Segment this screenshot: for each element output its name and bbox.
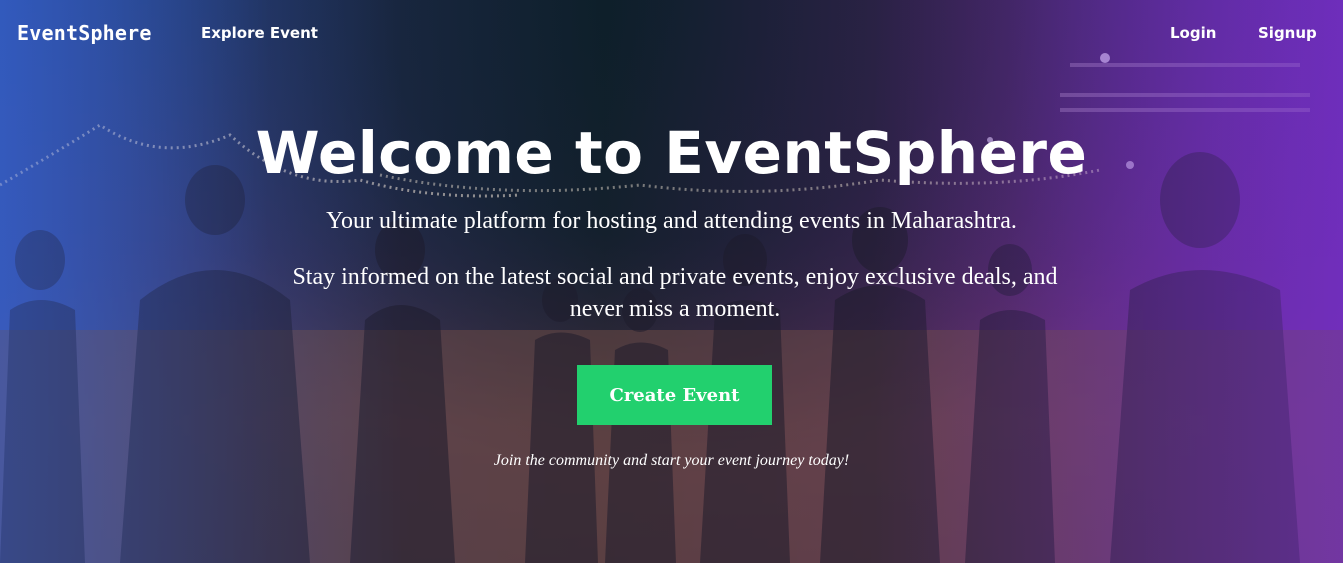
hero-footnote: Join the community and start your event … xyxy=(493,452,850,469)
hero-description: Stay informed on the latest social and p… xyxy=(292,264,1058,322)
hero-title: Welcome to EventSphere xyxy=(255,119,1088,187)
hero-tagline: Your ultimate platform for hosting and a… xyxy=(326,208,1017,234)
hero-content: Welcome to EventSphere Your ultimate pla… xyxy=(0,0,1343,563)
create-event-button[interactable]: Create Event xyxy=(577,365,772,425)
